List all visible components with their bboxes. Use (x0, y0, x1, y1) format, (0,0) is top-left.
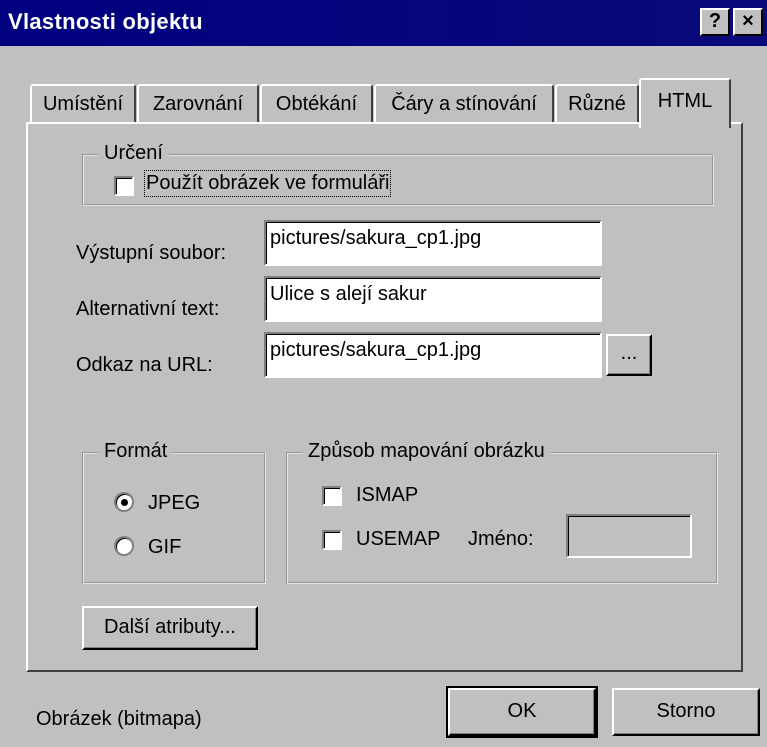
format-group: Formát JPEG GIF (82, 440, 266, 584)
tab-panel-html: Určení Použít obrázek ve formuláři Výstu… (26, 122, 743, 672)
output-file-label: Výstupní soubor: (76, 242, 227, 264)
format-legend: Formát (98, 440, 174, 463)
jpeg-label[interactable]: JPEG (148, 492, 200, 515)
image-mapping-group: Způsob mapování obrázku ISMAP USEMAP Jmé… (286, 440, 718, 584)
urceni-legend: Určení (98, 142, 169, 165)
usemap-label[interactable]: USEMAP (356, 528, 440, 551)
browse-button[interactable]: ... (606, 334, 652, 376)
use-in-form-label[interactable]: Použít obrázek ve formuláři (143, 170, 392, 197)
alt-text-input[interactable]: Ulice s alejí sakur (264, 276, 602, 322)
map-name-label: Jméno: (468, 528, 534, 550)
ismap-label[interactable]: ISMAP (356, 484, 418, 507)
jpeg-radio[interactable] (114, 492, 134, 512)
gif-label[interactable]: GIF (148, 536, 181, 559)
use-in-form-checkbox[interactable] (114, 176, 134, 196)
url-link-input[interactable]: pictures/sakura_cp1.jpg (264, 332, 602, 378)
ismap-checkbox[interactable] (322, 486, 342, 506)
close-button[interactable]: × (733, 8, 763, 36)
ok-button[interactable]: OK (446, 686, 598, 738)
urceni-group: Určení Použít obrázek ve formuláři (82, 142, 714, 206)
map-name-input[interactable] (566, 514, 692, 558)
usemap-checkbox[interactable] (322, 530, 342, 550)
radio-dot-icon (121, 499, 128, 506)
alt-text-label: Alternativní text: (76, 298, 220, 320)
title-bar: Vlastnosti objektu ? × (0, 0, 767, 46)
gif-radio[interactable] (114, 536, 134, 556)
url-link-label: Odkaz na URL: (76, 354, 213, 376)
image-mapping-legend: Způsob mapování obrázku (302, 440, 551, 463)
output-file-input[interactable]: pictures/sakura_cp1.jpg (264, 220, 602, 266)
cancel-button[interactable]: Storno (612, 688, 760, 736)
dialog-window: Vlastnosti objektu ? × Umístění Zarovnán… (0, 0, 767, 747)
more-attributes-button[interactable]: Další atributy... (82, 606, 258, 650)
window-title: Vlastnosti objektu (8, 9, 203, 34)
tab-html[interactable]: HTML (639, 78, 731, 128)
status-text: Obrázek (bitmapa) (36, 708, 202, 730)
help-button[interactable]: ? (700, 8, 730, 36)
